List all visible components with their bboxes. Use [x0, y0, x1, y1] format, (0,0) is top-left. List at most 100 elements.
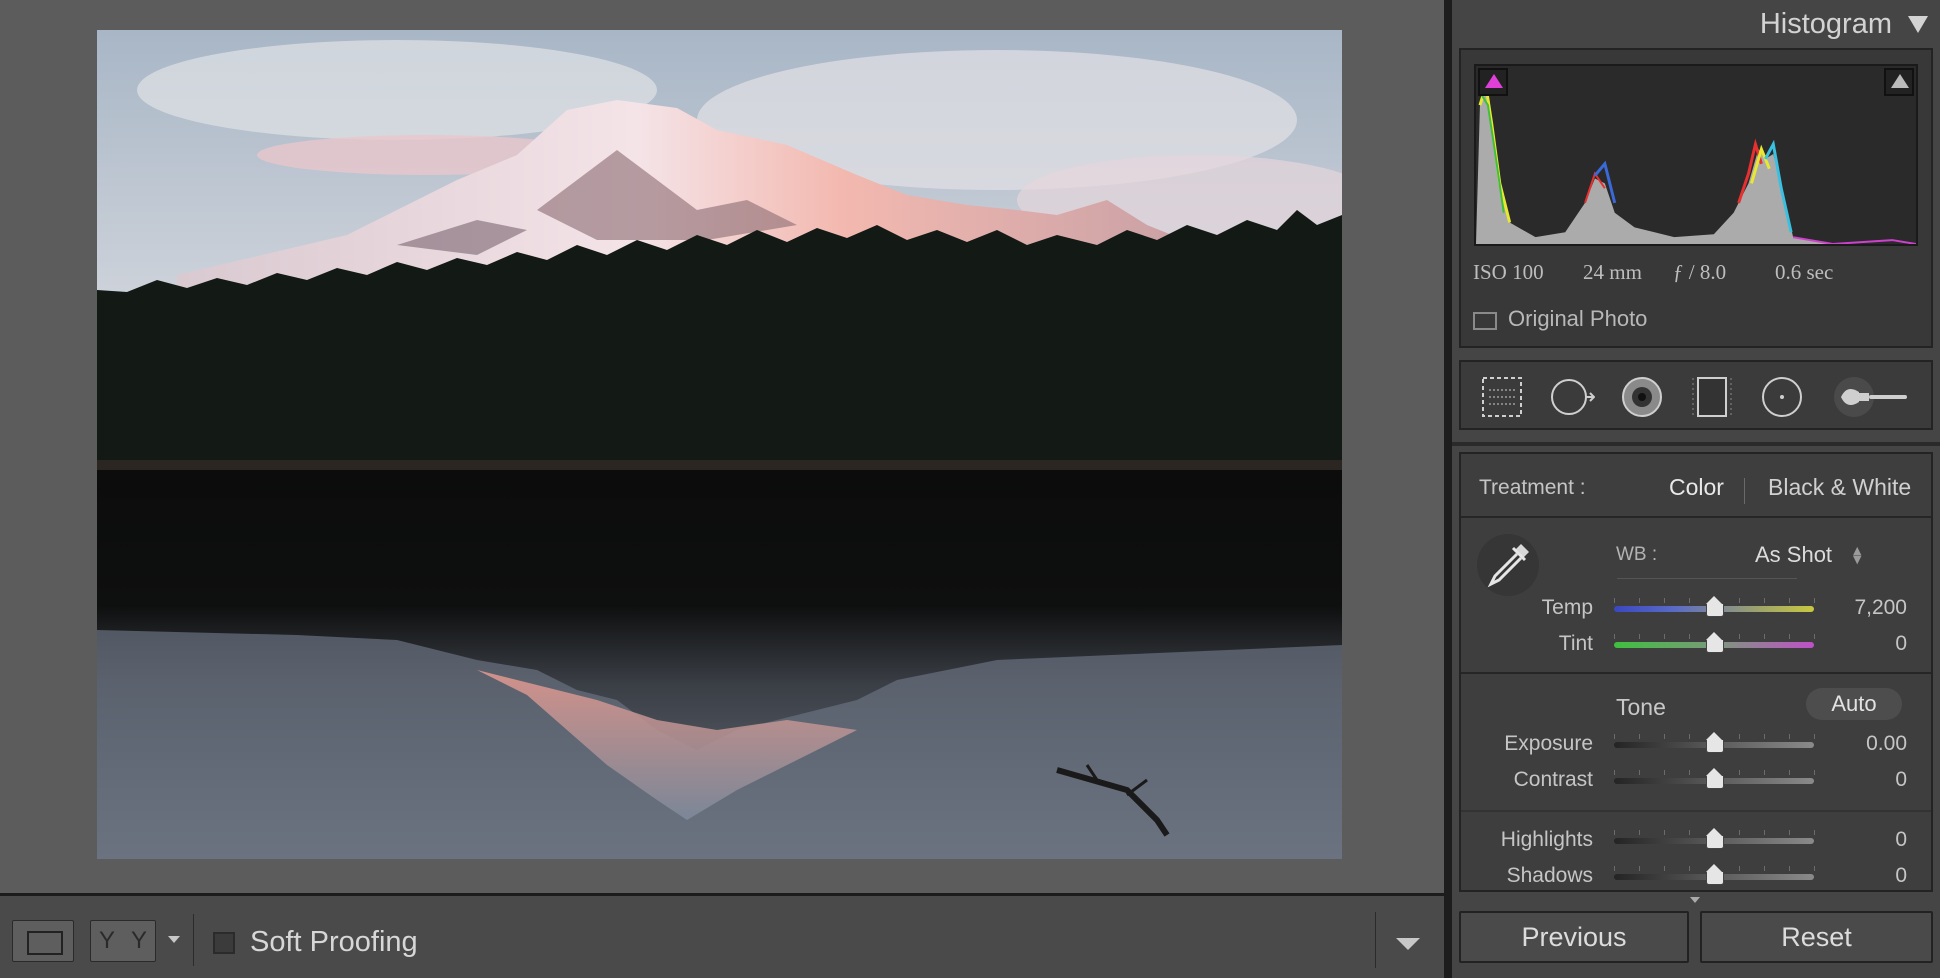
panel-divider[interactable]: [1444, 0, 1452, 978]
contrast-value[interactable]: 0: [1895, 768, 1907, 792]
radial-filter-icon[interactable]: [1759, 374, 1805, 420]
slider-tick: [1814, 830, 1815, 835]
highlight-clipping-indicator-icon[interactable]: [1884, 68, 1914, 96]
toolbar-menu-chevron-down-icon[interactable]: [1396, 938, 1420, 950]
slider-tick: [1614, 634, 1615, 639]
slider-tick: [1814, 734, 1815, 739]
slider-tick: [1789, 866, 1790, 871]
slider-tick: [1739, 598, 1740, 603]
auto-tone-button[interactable]: Auto: [1806, 688, 1902, 720]
bottom-toolbar: Y Y Soft Proofing: [0, 893, 1444, 978]
slider-tick: [1664, 734, 1665, 739]
slider-tick: [1639, 866, 1640, 871]
slider-tick: [1614, 598, 1615, 603]
wb-select-arrows-icon[interactable]: ▲ ▼: [1853, 545, 1861, 565]
wb-preset-select[interactable]: As Shot: [1755, 542, 1832, 568]
temp-value[interactable]: 7,200: [1854, 596, 1907, 620]
slider-tick: [1739, 770, 1740, 775]
spot-removal-icon[interactable]: [1549, 374, 1595, 420]
tint-slider-knob[interactable]: [1705, 632, 1724, 653]
original-photo-checkbox[interactable]: [1473, 312, 1497, 330]
slider-tick: [1689, 770, 1690, 775]
slider-tick: [1614, 866, 1615, 871]
slider-tick: [1614, 734, 1615, 739]
exif-iso: ISO 100: [1473, 260, 1544, 284]
develop-right-panel: Histogram ISO 100 24 mm ƒ / 8.0 0.6 sec …: [1452, 0, 1940, 978]
slider-tick: [1764, 598, 1765, 603]
slider-tick: [1764, 830, 1765, 835]
red-eye-icon[interactable]: [1619, 374, 1665, 420]
slider-tick: [1689, 598, 1690, 603]
slider-tick: [1739, 634, 1740, 639]
before-after-view-button[interactable]: Y Y: [90, 920, 156, 962]
exposure-slider[interactable]: [1614, 732, 1815, 753]
graduated-filter-icon[interactable]: [1689, 374, 1735, 420]
treatment-black-white-option[interactable]: Black & White: [1768, 474, 1911, 501]
basic-panel: Treatment : Color Black & White WB : As …: [1459, 452, 1933, 892]
contrast-slider[interactable]: [1614, 768, 1815, 789]
slider-tick: [1739, 734, 1740, 739]
panel-divider-tone: [1461, 672, 1931, 674]
shadows-label: Shadows: [1506, 864, 1593, 887]
highlights-slider[interactable]: [1614, 828, 1815, 849]
adjustment-brush-icon[interactable]: [1831, 374, 1911, 420]
crop-overlay-icon[interactable]: [1479, 374, 1525, 420]
slider-tick: [1814, 598, 1815, 603]
tone-title: Tone: [1616, 694, 1666, 720]
scroll-down-chevron-icon[interactable]: [1690, 897, 1700, 903]
previous-button[interactable]: Previous: [1459, 911, 1689, 963]
treatment-color-option[interactable]: Color: [1669, 474, 1724, 501]
slider-tick: [1614, 770, 1615, 775]
slider-tick: [1639, 634, 1640, 639]
histogram-collapse-icon[interactable]: [1908, 16, 1928, 33]
shadows-slider-knob[interactable]: [1705, 864, 1724, 885]
slider-tick: [1789, 634, 1790, 639]
slider-tick: [1689, 866, 1690, 871]
reset-button[interactable]: Reset: [1700, 911, 1933, 963]
treatment-label: Treatment :: [1479, 476, 1586, 499]
slider-tick: [1639, 770, 1640, 775]
photo-image[interactable]: [97, 30, 1342, 859]
white-balance-eyedropper-icon[interactable]: [1477, 534, 1539, 596]
exif-focal-length: 24 mm: [1583, 260, 1642, 284]
treatment-divider: [1744, 478, 1745, 504]
wb-underline: [1617, 578, 1797, 579]
tint-slider[interactable]: [1614, 632, 1815, 653]
slider-tick: [1664, 866, 1665, 871]
slider-tick: [1664, 598, 1665, 603]
shadows-value[interactable]: 0: [1895, 864, 1907, 888]
before-after-glyph-left: Y: [98, 927, 115, 954]
original-photo-label: Original Photo: [1508, 306, 1648, 331]
slider-tick: [1789, 598, 1790, 603]
highlights-value[interactable]: 0: [1895, 828, 1907, 852]
contrast-label: Contrast: [1513, 768, 1593, 791]
tint-label: Tint: [1558, 632, 1593, 655]
histogram-plot[interactable]: [1474, 64, 1918, 246]
contrast-slider-knob[interactable]: [1705, 768, 1724, 789]
slider-tick: [1689, 634, 1690, 639]
temp-slider-knob[interactable]: [1705, 596, 1724, 617]
soft-proofing-label: Soft Proofing: [250, 926, 418, 958]
temp-slider[interactable]: [1614, 596, 1815, 617]
exif-aperture: ƒ / 8.0: [1673, 260, 1727, 284]
slider-tick: [1789, 770, 1790, 775]
shadows-slider[interactable]: [1614, 864, 1815, 885]
slider-tick: [1639, 598, 1640, 603]
slider-tick: [1739, 830, 1740, 835]
view-options-chevron-down-icon[interactable]: [168, 936, 180, 943]
tool-strip: [1459, 360, 1933, 430]
exposure-slider-knob[interactable]: [1705, 732, 1724, 753]
slider-tick: [1614, 830, 1615, 835]
exposure-value[interactable]: 0.00: [1866, 732, 1907, 756]
slider-tick: [1689, 830, 1690, 835]
slider-tick: [1789, 734, 1790, 739]
soft-proofing-checkbox[interactable]: [213, 932, 235, 954]
shadow-clipping-indicator-icon[interactable]: [1478, 68, 1508, 96]
slider-tick: [1639, 734, 1640, 739]
highlights-slider-knob[interactable]: [1705, 828, 1724, 849]
exif-shutter: 0.6 sec: [1775, 260, 1834, 284]
loupe-view-button[interactable]: [12, 920, 74, 962]
tint-value[interactable]: 0: [1895, 632, 1907, 656]
slider-tick: [1814, 634, 1815, 639]
histogram-title[interactable]: Histogram: [1760, 8, 1892, 41]
